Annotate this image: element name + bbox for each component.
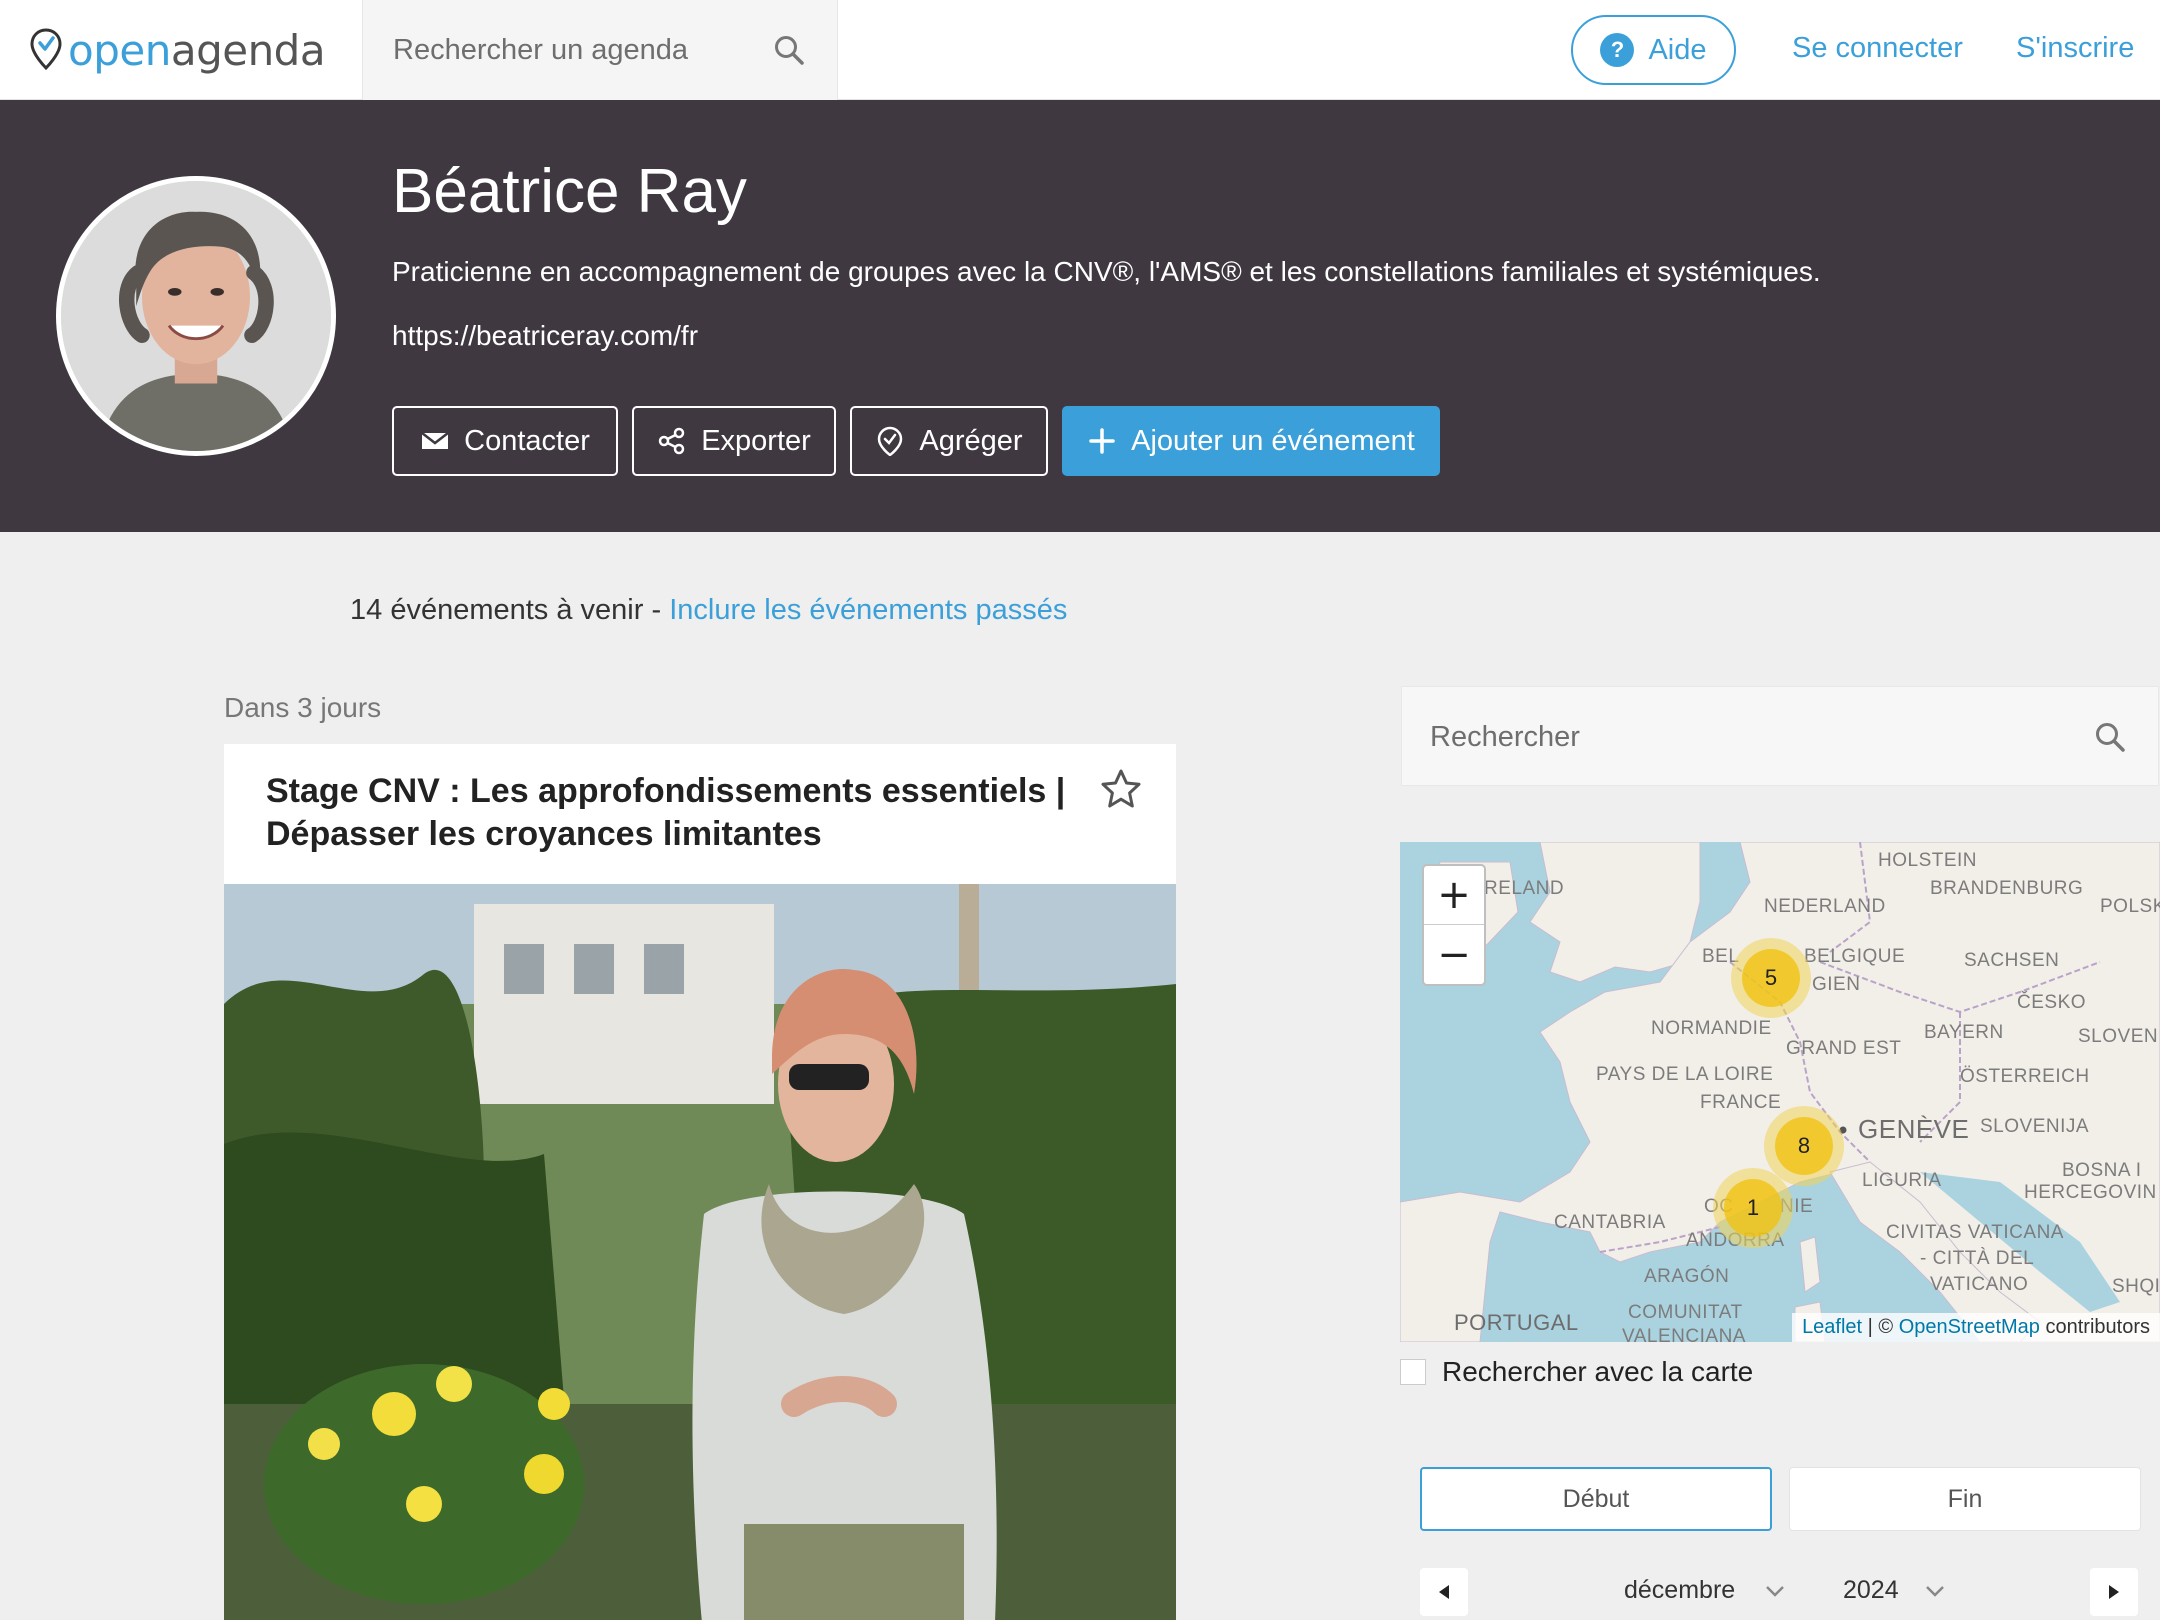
map-label: ARAGÓN <box>1644 1266 1730 1287</box>
chevron-down-icon[interactable] <box>1764 1580 1786 1602</box>
event-search-box <box>1401 686 2159 786</box>
plus-icon <box>1089 428 1115 454</box>
events-count-text: 14 événements à venir - <box>350 594 662 626</box>
map-pin-icon <box>878 426 903 456</box>
map-cluster-marker[interactable]: 1 <box>1713 1168 1793 1248</box>
calendar-prev-button[interactable] <box>1420 1568 1468 1616</box>
add-event-label: Ajouter un événement <box>1131 424 1415 457</box>
agenda-website-link[interactable]: https://beatriceray.com/fr <box>392 320 698 352</box>
aggregate-button[interactable]: Agréger <box>850 406 1048 476</box>
map-label: HOLSTEIN <box>1878 850 1978 871</box>
agenda-avatar <box>56 176 336 456</box>
search-with-map-checkbox[interactable] <box>1400 1359 1426 1385</box>
date-end-tab[interactable]: Fin <box>1789 1467 2141 1531</box>
aggregate-label: Agréger <box>919 424 1023 457</box>
search-icon[interactable] <box>773 34 805 66</box>
openagenda-logo[interactable]: openagenda <box>30 25 326 75</box>
export-label: Exporter <box>701 424 811 457</box>
search-with-map-label: Rechercher avec la carte <box>1442 1356 1754 1387</box>
event-photo[interactable] <box>224 884 1176 1620</box>
include-past-events-link[interactable]: Inclure les événements passés <box>669 594 1067 626</box>
calendar-year-select[interactable]: 2024 <box>1843 1576 1899 1605</box>
agenda-header: Béatrice Ray Praticienne en accompagneme… <box>0 100 2160 532</box>
attribution-separator: | © <box>1862 1316 1899 1338</box>
map-label: NORMANDIE <box>1651 1018 1772 1039</box>
map-label: CIVITAS VATICANA <box>1886 1222 2064 1243</box>
search-with-map-option[interactable]: Rechercher avec la carte <box>1400 1356 1753 1388</box>
map-label: COMUNITAT <box>1628 1302 1743 1323</box>
map-label: - CITTÀ DEL <box>1920 1248 2035 1269</box>
map-label: ÖSTERREICH <box>1960 1066 2090 1087</box>
events-map[interactable]: HOLSTEIN RELAND BRANDENBURG POLSK NEDERL… <box>1400 842 2160 1342</box>
zoom-in-button[interactable]: + <box>1424 866 1484 925</box>
envelope-icon <box>421 432 449 449</box>
map-label: SLOVEN <box>2078 1026 2159 1047</box>
question-icon: ? <box>1600 33 1635 67</box>
calendar-next-button[interactable] <box>2090 1568 2138 1616</box>
export-button[interactable]: Exporter <box>632 406 836 476</box>
map-label: HERCEGOVIN <box>2024 1182 2157 1203</box>
map-label: LIGURIA <box>1862 1170 1942 1191</box>
agenda-search-box <box>362 0 838 100</box>
logo-pin-icon <box>30 28 62 71</box>
event-group-label: Dans 3 jours <box>224 692 382 723</box>
map-label: PAYS DE LA LOIRE <box>1596 1064 1774 1085</box>
share-icon <box>658 427 685 455</box>
map-zoom-control: + − <box>1422 864 1486 986</box>
openstreetmap-link[interactable]: OpenStreetMap <box>1899 1316 2040 1338</box>
agenda-title: Béatrice Ray <box>392 157 747 226</box>
map-label: NEDERLAND <box>1764 896 1886 917</box>
map-label: VALENCIANA <box>1622 1326 1746 1342</box>
logo-wordmark: openagenda <box>68 25 326 75</box>
star-outline-icon[interactable] <box>1100 768 1142 810</box>
date-start-tab[interactable]: Début <box>1420 1467 1772 1531</box>
event-card[interactable]: Stage CNV : Les approfondissements essen… <box>224 744 1176 1620</box>
leaflet-link[interactable]: Leaflet <box>1802 1316 1862 1338</box>
map-cluster-marker[interactable]: 5 <box>1731 938 1811 1018</box>
contact-button[interactable]: Contacter <box>392 406 618 476</box>
events-count: 14 événements à venir - Inclure les évén… <box>350 594 1067 627</box>
cluster-count: 1 <box>1724 1179 1782 1237</box>
cluster-count: 8 <box>1775 1117 1833 1175</box>
map-label: ČESKO <box>2017 992 2087 1013</box>
map-label: BRANDENBURG <box>1930 878 2084 899</box>
login-link[interactable]: Se connecter <box>1792 32 1963 65</box>
map-label: RELAND <box>1484 878 1565 899</box>
map-cluster-marker[interactable]: 8 <box>1764 1106 1844 1186</box>
map-label: GRAND EST <box>1786 1038 1902 1059</box>
help-button[interactable]: ? Aide <box>1571 15 1736 85</box>
map-label: CANTABRIA <box>1554 1212 1666 1233</box>
top-navbar: openagenda ? Aide Se connecter S'inscrir… <box>0 0 2160 100</box>
search-icon[interactable] <box>2094 721 2126 753</box>
map-label: FRANCE <box>1700 1092 1782 1113</box>
add-event-button[interactable]: Ajouter un événement <box>1062 406 1440 476</box>
map-label: SHQIP <box>2112 1276 2160 1297</box>
calendar-month-select[interactable]: décembre <box>1624 1576 1735 1605</box>
event-search-input[interactable] <box>1430 717 2050 757</box>
chevron-down-icon[interactable] <box>1924 1580 1946 1602</box>
caret-left-icon <box>1439 1585 1449 1599</box>
map-label: SACHSEN <box>1964 950 2060 971</box>
map-label: PORTUGAL <box>1454 1310 1579 1335</box>
map-label: POLSK <box>2100 896 2160 917</box>
map-label: BOSNA I <box>2062 1160 2142 1181</box>
map-label: BELGIQUE <box>1804 946 1906 967</box>
event-title[interactable]: Stage CNV : Les approfondissements essen… <box>266 770 1066 856</box>
help-label: Aide <box>1648 33 1707 66</box>
map-attribution: Leaflet | © OpenStreetMap contributors <box>1792 1313 2160 1342</box>
agenda-description: Praticienne en accompagnement de groupes… <box>392 256 1821 287</box>
contact-label: Contacter <box>464 424 590 457</box>
agenda-search-input[interactable] <box>393 30 753 70</box>
caret-right-icon <box>2109 1585 2119 1599</box>
map-label: GIEN <box>1812 974 1861 995</box>
map-label: BAYERN <box>1924 1022 2004 1043</box>
signup-link[interactable]: S'inscrire <box>2016 32 2134 65</box>
attribution-tail: contributors <box>2039 1316 2150 1338</box>
map-label: SLOVENIJA <box>1980 1116 2090 1137</box>
zoom-out-button[interactable]: − <box>1424 925 1484 984</box>
map-label: VATICANO <box>1930 1274 2029 1295</box>
cluster-count: 5 <box>1742 949 1800 1007</box>
map-label: GENÈVE <box>1858 1114 1970 1144</box>
